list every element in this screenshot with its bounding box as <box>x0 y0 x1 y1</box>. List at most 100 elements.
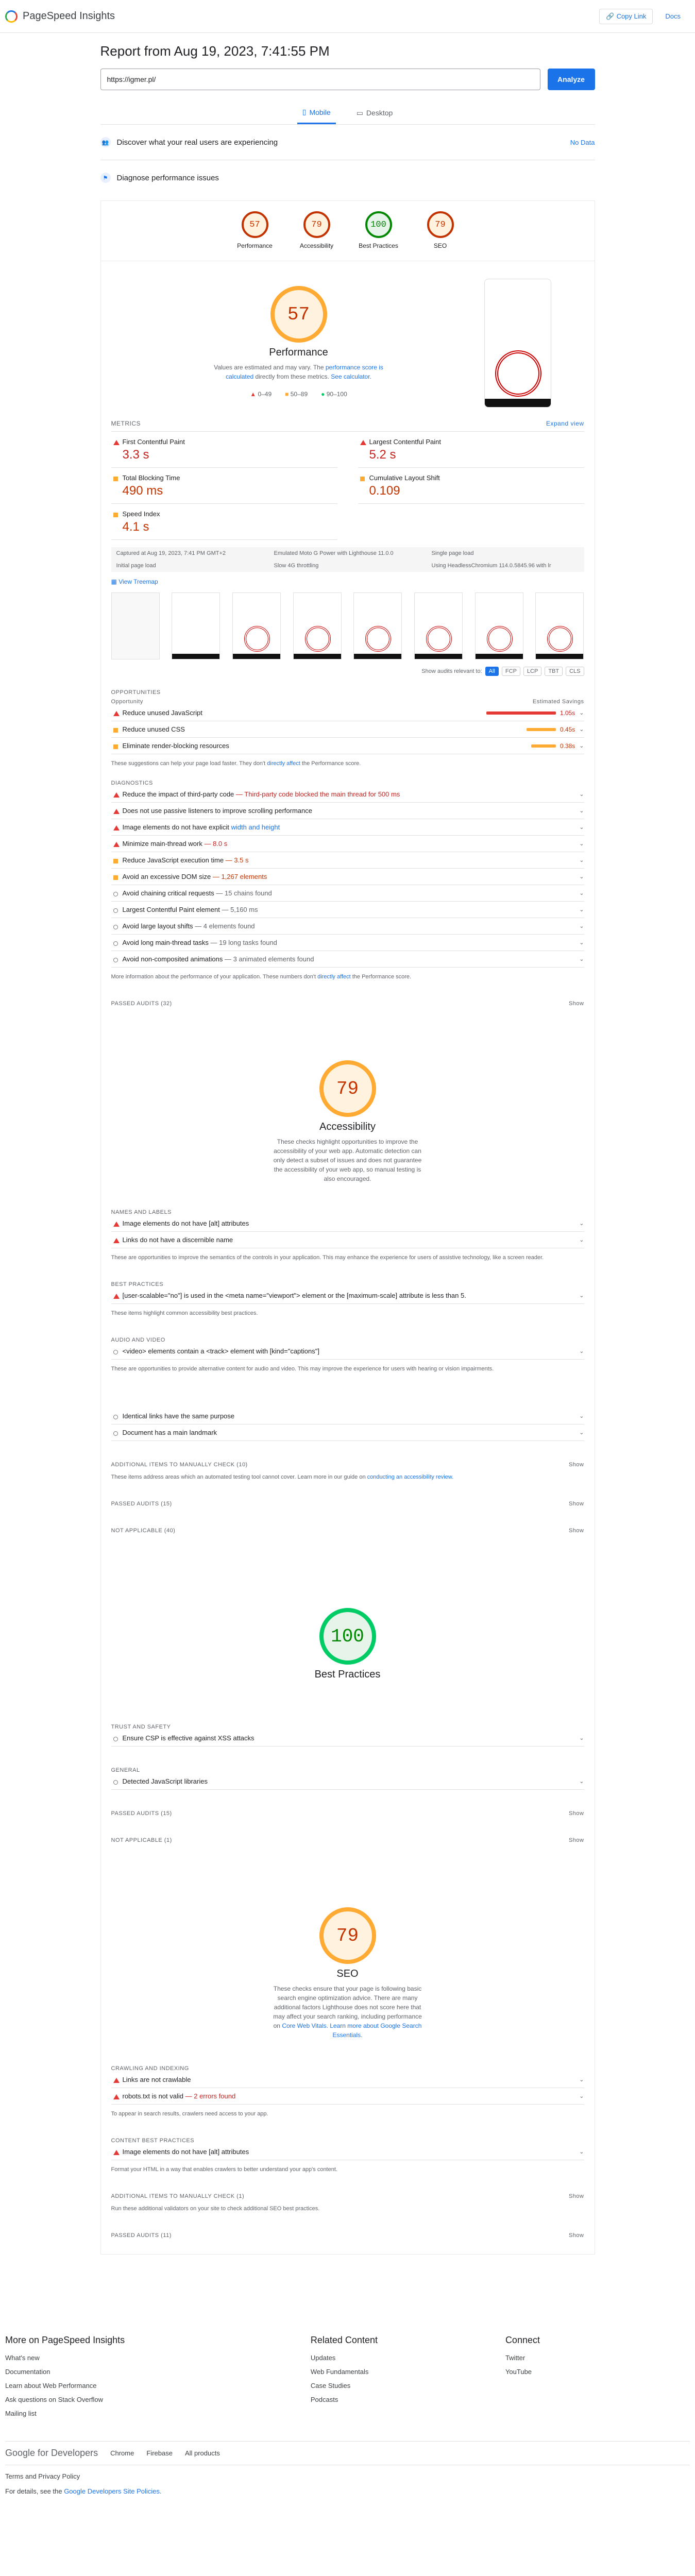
metric-fcp: First Contentful Paint 3.3 s <box>111 432 337 468</box>
show-button[interactable]: Show <box>569 1837 584 1843</box>
audit-row[interactable]: Detected JavaScript libraries ⌄ <box>111 1773 584 1790</box>
audit-row[interactable]: Avoid an excessive DOM size — 1,267 elem… <box>111 869 584 885</box>
filter-cls[interactable]: CLS <box>566 667 584 676</box>
audit-row[interactable]: Document has a main landmark ⌄ <box>111 1425 584 1441</box>
footer-link[interactable]: Podcasts <box>311 2393 495 2406</box>
chevron-down-icon: ⌄ <box>579 907 584 913</box>
analyze-button[interactable]: Analyze <box>547 69 595 90</box>
a11y-review-link[interactable]: conducting an accessibility review. <box>367 1474 454 1480</box>
audit-row[interactable]: robots.txt is not valid — 2 errors found… <box>111 2088 584 2105</box>
accessibility-title: Accessibility <box>319 1121 376 1132</box>
calculator-link[interactable]: See calculator. <box>331 373 371 380</box>
show-button[interactable]: Show <box>569 1501 584 1507</box>
chevron-down-icon: ⌄ <box>579 857 584 863</box>
chevron-down-icon: ⌄ <box>579 824 584 831</box>
audit-row[interactable]: Avoid large layout shifts — 4 elements f… <box>111 918 584 935</box>
info-icon <box>113 1350 118 1354</box>
performance-score: 57 <box>270 286 327 343</box>
footer-link[interactable]: Updates <box>311 2351 495 2365</box>
filter-tbt[interactable]: TBT <box>545 667 563 676</box>
filter-fcp[interactable]: FCP <box>501 667 520 676</box>
audit-row[interactable]: <video> elements contain a <track> eleme… <box>111 1343 584 1360</box>
footer-link[interactable]: Twitter <box>505 2351 690 2365</box>
footer-link[interactable]: Ask questions on Stack Overflow <box>5 2393 300 2406</box>
audit-row[interactable]: Reduce unused CSS 0.45s ⌄ <box>111 721 584 738</box>
audit-row[interactable]: Reduce the impact of third-party code — … <box>111 786 584 803</box>
google-developers-logo[interactable]: Google for Developers <box>5 2448 98 2459</box>
tab-mobile[interactable]: ▯ Mobile <box>297 108 336 124</box>
footer-link[interactable]: Chrome <box>110 2449 134 2457</box>
gauge-best-practices[interactable]: 100 Best Practices <box>358 211 399 249</box>
gauge-seo[interactable]: 79 SEO <box>420 211 461 249</box>
filmstrip-frame <box>172 592 221 659</box>
audit-row[interactable]: Image elements do not have explicit widt… <box>111 819 584 836</box>
seo-title: SEO <box>336 1968 359 1979</box>
brand[interactable]: PageSpeed Insights <box>5 10 115 23</box>
directly-affect-link[interactable]: directly affect <box>267 760 300 767</box>
filter-lcp[interactable]: LCP <box>523 667 542 676</box>
audit-row[interactable]: Image elements do not have [alt] attribu… <box>111 1215 584 1232</box>
a11y-passed[interactable]: PASSED AUDITS (15) Show <box>111 1501 584 1507</box>
section-label: GENERAL <box>111 1767 140 1773</box>
show-button[interactable]: Show <box>569 1462 584 1468</box>
fail-icon <box>113 842 120 847</box>
audit-row[interactable]: Avoid chaining critical requests — 15 ch… <box>111 885 584 902</box>
copy-link-button[interactable]: 🔗 Copy Link <box>599 8 653 24</box>
no-data-link[interactable]: No Data <box>570 139 595 146</box>
opportunities-columns: Opportunity Estimated Savings <box>111 699 584 705</box>
perf-passed-audits[interactable]: PASSED AUDITS (32) Show <box>111 1001 584 1007</box>
audit-row[interactable]: Identical links have the same purpose ⌄ <box>111 1408 584 1425</box>
audit-row[interactable]: [user-scalable="no"] is used in the <met… <box>111 1287 584 1304</box>
general-header: GENERAL <box>111 1767 584 1773</box>
view-treemap-button[interactable]: ▦ View Treemap <box>111 578 584 585</box>
a11y-na[interactable]: NOT APPLICABLE (40) Show <box>111 1528 584 1534</box>
audit-row[interactable]: Avoid non-composited animations — 3 anim… <box>111 951 584 968</box>
footer-link[interactable]: Documentation <box>5 2365 300 2379</box>
gauge-accessibility[interactable]: 79 Accessibility <box>296 211 337 249</box>
url-input[interactable] <box>100 69 540 90</box>
footer-link[interactable]: Firebase <box>146 2449 173 2457</box>
directly-affect-link[interactable]: directly affect <box>317 974 351 980</box>
audit-row[interactable]: Minimize main-thread work — 8.0 s ⌄ <box>111 836 584 852</box>
cwv-link[interactable]: Core Web Vitals. Learn more about Google… <box>282 2022 421 2039</box>
filter-all[interactable]: All <box>485 667 499 676</box>
footer-link[interactable]: Mailing list <box>5 2406 300 2420</box>
footer-link[interactable]: What's new <box>5 2351 300 2365</box>
audit-row[interactable]: Links are not crawlable ⌄ <box>111 2072 584 2088</box>
footer-link[interactable]: YouTube <box>505 2365 690 2379</box>
seo-passed[interactable]: PASSED AUDITS (11) Show <box>111 2232 584 2239</box>
audit-row[interactable]: Avoid long main-thread tasks — 19 long t… <box>111 935 584 951</box>
audit-row[interactable]: Image elements do not have [alt] attribu… <box>111 2144 584 2160</box>
audit-row[interactable]: Reduce unused JavaScript 1.05s ⌄ <box>111 705 584 721</box>
show-button[interactable]: Show <box>569 1810 584 1817</box>
audit-row[interactable]: Largest Contentful Paint element — 5,160… <box>111 902 584 918</box>
audit-row[interactable]: Links do not have a discernible name ⌄ <box>111 1232 584 1248</box>
gauge-performance[interactable]: 57 Performance <box>234 211 276 249</box>
docs-button[interactable]: Docs <box>659 9 687 24</box>
audit-row[interactable]: Reduce JavaScript execution time — 3.5 s… <box>111 852 584 869</box>
note-text: These items address areas which an autom… <box>111 1474 366 1480</box>
audit-row[interactable]: Does not use passive listeners to improv… <box>111 803 584 819</box>
a11y-manual[interactable]: ADDITIONAL ITEMS TO MANUALLY CHECK (10) S… <box>111 1462 584 1468</box>
footer-link[interactable]: All products <box>185 2449 220 2457</box>
bp-na[interactable]: NOT APPLICABLE (1) Show <box>111 1837 584 1843</box>
site-policies-link[interactable]: Google Developers Site Policies. <box>64 2487 161 2495</box>
chevron-down-icon: ⌄ <box>579 1221 584 1227</box>
bp-passed[interactable]: PASSED AUDITS (15) Show <box>111 1810 584 1817</box>
seo-manual[interactable]: ADDITIONAL ITEMS TO MANUALLY CHECK (1) Sh… <box>111 2193 584 2199</box>
terms-link[interactable]: Terms and Privacy Policy <box>5 2465 690 2480</box>
show-button[interactable]: Show <box>569 2193 584 2199</box>
savings-value: 0.38s <box>560 742 575 750</box>
expand-view-link[interactable]: Expand view <box>546 420 584 427</box>
chevron-down-icon: ⌄ <box>579 710 584 716</box>
footer-link[interactable]: Web Fundamentals <box>311 2365 495 2379</box>
show-button[interactable]: Show <box>569 1528 584 1534</box>
audit-row[interactable]: Ensure CSP is effective against XSS atta… <box>111 1730 584 1747</box>
audit-row[interactable]: Eliminate render-blocking resources 0.38s… <box>111 738 584 754</box>
footer-link[interactable]: Learn about Web Performance <box>5 2379 300 2393</box>
show-button[interactable]: Show <box>569 1001 584 1007</box>
show-button[interactable]: Show <box>569 2232 584 2239</box>
chevron-down-icon: ⌄ <box>579 1430 584 1436</box>
footer-link[interactable]: Case Studies <box>311 2379 495 2393</box>
tab-desktop[interactable]: ▭ Desktop <box>351 108 398 124</box>
